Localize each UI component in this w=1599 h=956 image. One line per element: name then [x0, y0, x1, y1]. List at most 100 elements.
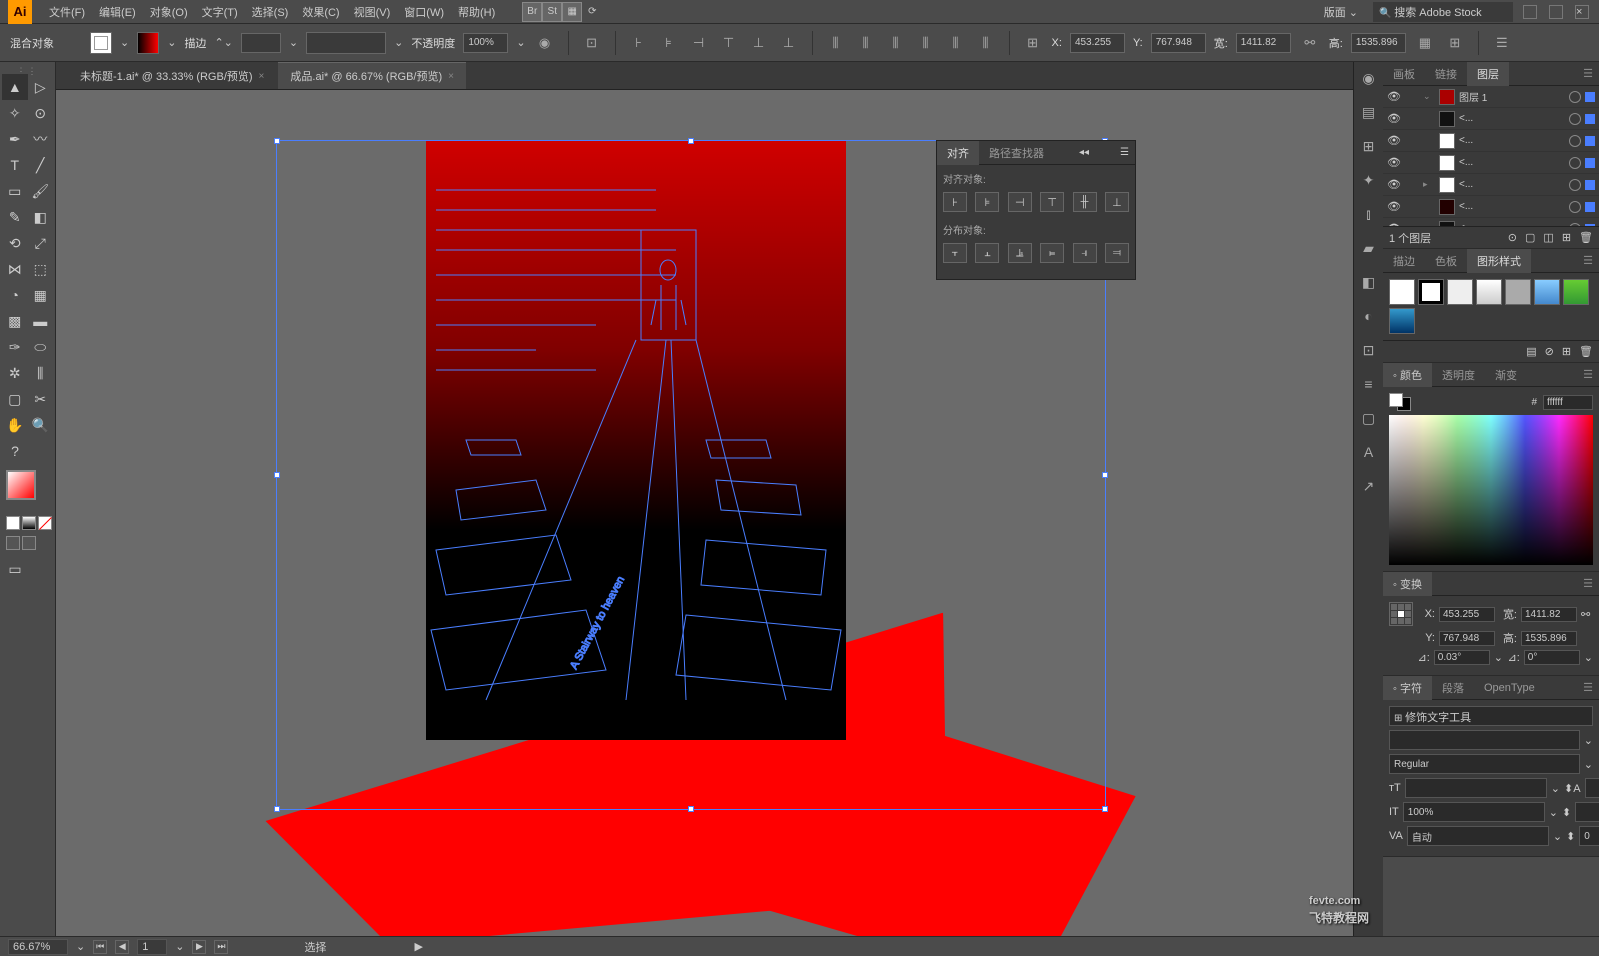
gpu-icon[interactable]: ⟳	[582, 2, 602, 22]
direct-selection-tool[interactable]: ▷	[28, 74, 54, 100]
dropdown-icon[interactable]: ⌄	[1549, 806, 1558, 819]
transform-tab[interactable]: ◦ 变换	[1383, 572, 1432, 596]
align-left-btn[interactable]: ⊦	[943, 192, 967, 212]
touch-type-tool-btn[interactable]: ⊞ 修饰文字工具	[1389, 706, 1593, 726]
link-wh-icon[interactable]: ⚯	[1299, 32, 1321, 54]
shape-mode-icon[interactable]: ▦	[1414, 32, 1436, 54]
artboard-number-input[interactable]	[137, 939, 167, 955]
dist-2-icon[interactable]: ⫼	[855, 32, 877, 54]
style-swatch[interactable]	[1505, 279, 1531, 305]
bridge-icon[interactable]: Br	[522, 2, 542, 22]
expand-arrow-icon[interactable]: ▸	[1423, 179, 1435, 190]
artboard-tool[interactable]: ▢	[2, 386, 28, 412]
layer-name-label[interactable]: <...	[1459, 135, 1565, 146]
selection-handle[interactable]	[274, 806, 280, 812]
visibility-toggle-icon[interactable]: 👁	[1387, 134, 1401, 147]
strip-character-icon[interactable]: A	[1359, 442, 1379, 462]
layers-tab[interactable]: 图层	[1467, 62, 1509, 86]
window-minimize[interactable]	[1523, 5, 1537, 19]
fill-dropdown-icon[interactable]: ⌄	[120, 36, 129, 49]
width-tool[interactable]: ⋈	[2, 256, 28, 282]
layer-name-label[interactable]: <...	[1459, 223, 1565, 226]
slice-tool[interactable]: ✂	[28, 386, 54, 412]
align-hcenter-btn[interactable]: ⊧	[975, 192, 999, 212]
panel-menu-icon[interactable]: ☰	[1577, 368, 1599, 381]
shear-dropdown-icon[interactable]: ⌄	[1584, 651, 1593, 664]
selection-handle[interactable]	[274, 472, 280, 478]
status-play-icon[interactable]: ▶	[414, 940, 422, 953]
arrange-icon[interactable]: ▦	[562, 2, 582, 22]
hand-tool[interactable]: ✋	[2, 412, 28, 438]
strip-stroke-icon[interactable]: ⫾	[1359, 204, 1379, 224]
hscale-input[interactable]	[1575, 802, 1599, 822]
style-swatch[interactable]	[1563, 279, 1589, 305]
transform-ref-icon[interactable]: ⊞	[1022, 32, 1044, 54]
target-icon[interactable]	[1569, 135, 1581, 147]
opacity-dropdown-icon[interactable]: ⌄	[516, 36, 525, 49]
target-icon[interactable]	[1569, 223, 1581, 227]
target-icon[interactable]	[1569, 113, 1581, 125]
color-mode-gradient[interactable]	[22, 516, 36, 530]
layer-name-label[interactable]: <...	[1459, 201, 1565, 212]
align-vcenter-icon[interactable]: ⊥	[748, 32, 770, 54]
links-tab[interactable]: 链接	[1425, 62, 1467, 86]
layer-row[interactable]: 👁 <...	[1383, 196, 1599, 218]
fill-swatch[interactable]	[90, 32, 112, 54]
color-picker[interactable]	[2, 470, 54, 512]
dist-4-icon[interactable]: ⫼	[915, 32, 937, 54]
extra-icon[interactable]: ⊞	[1444, 32, 1466, 54]
stroke-swatch[interactable]	[137, 32, 159, 54]
target-icon[interactable]	[1569, 157, 1581, 169]
document-tab-2[interactable]: 成品.ai* @ 66.67% (RGB/预览)×	[278, 62, 466, 89]
style-swatch[interactable]	[1418, 279, 1444, 305]
stroke-weight-input[interactable]	[241, 33, 281, 53]
layer-name-label[interactable]: 图层 1	[1459, 89, 1565, 104]
character-tab[interactable]: ◦ 字符	[1383, 676, 1432, 700]
menu-help[interactable]: 帮助(H)	[451, 4, 502, 20]
symbol-sprayer-tool[interactable]: ✲	[2, 360, 28, 386]
stock-icon[interactable]: St	[542, 2, 562, 22]
tracking-input[interactable]	[1579, 826, 1599, 846]
selection-handle[interactable]	[274, 138, 280, 144]
workspace-switcher[interactable]: 版面 ⌄	[1317, 4, 1365, 20]
target-icon[interactable]	[1569, 201, 1581, 213]
close-tab-icon[interactable]: ×	[259, 71, 265, 82]
rotate-tool[interactable]: ⟲	[2, 230, 28, 256]
menu-select[interactable]: 选择(S)	[245, 4, 296, 20]
layer-row[interactable]: 👁 <...	[1383, 130, 1599, 152]
strip-graphic-styles-icon[interactable]: ⊡	[1359, 340, 1379, 360]
visibility-toggle-icon[interactable]: 👁	[1387, 178, 1401, 191]
panel-menu-icon[interactable]: ☰	[1577, 681, 1599, 694]
strip-gradient-icon[interactable]: ▰	[1359, 238, 1379, 258]
delete-layer-icon[interactable]: 🗑	[1579, 231, 1593, 244]
w-input[interactable]	[1236, 33, 1291, 53]
first-artboard-btn[interactable]: ⏮	[93, 940, 107, 954]
eyedropper-tool[interactable]: ✑	[2, 334, 28, 360]
th-input[interactable]	[1521, 631, 1577, 646]
shaper-tool[interactable]: ✎	[2, 204, 28, 230]
visibility-toggle-icon[interactable]: 👁	[1387, 156, 1401, 169]
align-vcenter-btn[interactable]: ╫	[1073, 192, 1097, 212]
swatches-tab[interactable]: 色板	[1425, 249, 1467, 273]
dist-1-icon[interactable]: ⫼	[825, 32, 847, 54]
delete-style-icon[interactable]: 🗑	[1579, 345, 1593, 358]
hex-input[interactable]	[1543, 395, 1593, 410]
font-family-input[interactable]	[1389, 730, 1580, 750]
zoom-dropdown-icon[interactable]: ⌄	[76, 940, 85, 953]
draw-mode[interactable]: ▭	[2, 556, 28, 582]
locate-layer-icon[interactable]: ⊙	[1508, 231, 1517, 244]
dist-6-icon[interactable]: ⫼	[975, 32, 997, 54]
style-swatch[interactable]	[1534, 279, 1560, 305]
layer-row[interactable]: 👁 ▸ <...	[1383, 174, 1599, 196]
opacity-input[interactable]	[463, 33, 508, 53]
strip-swatches-icon[interactable]: ▤	[1359, 102, 1379, 122]
color-mode-none[interactable]	[38, 516, 52, 530]
free-transform-tool[interactable]: ⬚	[28, 256, 54, 282]
perspective-tool[interactable]: ▦	[28, 282, 54, 308]
layer-row[interactable]: 👁 <...	[1383, 108, 1599, 130]
visibility-toggle-icon[interactable]: 👁	[1387, 112, 1401, 125]
style-swatch[interactable]	[1389, 279, 1415, 305]
dropdown-icon[interactable]: ⌄	[1584, 734, 1593, 747]
rectangle-tool[interactable]: ▭	[2, 178, 28, 204]
style-lib-icon[interactable]: ▤	[1526, 345, 1536, 358]
